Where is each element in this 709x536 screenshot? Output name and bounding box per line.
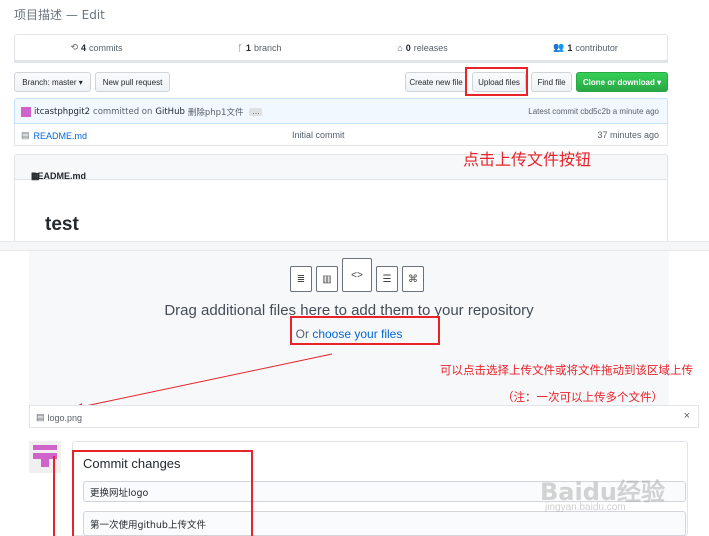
people-icon: 👥 xyxy=(553,42,565,52)
repo-description[interactable]: 项目描述 — Edit xyxy=(14,6,105,23)
file-icon: ▤ xyxy=(36,412,45,422)
commit-info: itcastphpgit2 committed on GitHub 删除php1… xyxy=(21,106,263,118)
branch-icon: ᚴ xyxy=(237,42,243,53)
remove-file-button[interactable]: × xyxy=(684,410,690,422)
screenshot-divider xyxy=(0,241,709,251)
pdf-file-icon: ⌘ xyxy=(402,266,424,292)
commit-platform: GitHub xyxy=(155,107,185,117)
clone-or-download-button[interactable]: Clone or download ▾ xyxy=(576,72,668,92)
commit-author[interactable]: itcastphpgit2 xyxy=(34,107,90,117)
text-file-icon: ☰ xyxy=(376,266,398,292)
identicon-icon xyxy=(33,445,57,467)
contributors-link[interactable]: 👥 1 contributor xyxy=(504,35,667,60)
create-new-file-button[interactable]: Create new file xyxy=(405,72,467,92)
commit-highlight-box xyxy=(72,450,253,536)
file-commit-message[interactable]: Initial commit xyxy=(292,130,345,140)
readme-title: test xyxy=(45,214,79,235)
commit-highlight-line xyxy=(53,456,55,536)
chart-file-icon: ▥ xyxy=(316,266,338,292)
table-row: ▤ README.md Initial commit 37 minutes ag… xyxy=(14,124,668,146)
upload-annotation: 点击上传文件按钮 xyxy=(463,150,592,169)
file-type-icons: ≣ ▥ <> ☰ ⌘ xyxy=(290,258,424,292)
find-file-button[interactable]: Find file xyxy=(531,72,572,92)
commits-link[interactable]: ⟲ 4 commits xyxy=(15,35,178,60)
language-bar xyxy=(14,60,668,63)
watermark-url: jingyan.baidu.com xyxy=(545,502,626,513)
uploaded-file-name: ▤ logo.png xyxy=(36,412,83,423)
tag-icon: ⌂ xyxy=(397,42,403,53)
latest-commit-bar: itcastphpgit2 committed on GitHub 删除php1… xyxy=(14,98,668,124)
code-file-icon: <> xyxy=(342,258,372,292)
choose-highlight-box xyxy=(290,316,440,345)
readme-body xyxy=(14,179,668,241)
uploaded-file-row: ▤ logo.png × xyxy=(29,405,699,428)
expand-commit-button[interactable]: … xyxy=(249,108,263,116)
zip-file-icon: ≣ xyxy=(290,266,312,292)
branch-select-button[interactable]: Branch: master ▾ xyxy=(14,72,91,92)
commit-message[interactable]: 删除php1文件 xyxy=(188,106,244,118)
avatar[interactable] xyxy=(29,441,61,473)
multi-upload-annotation: （注：一次可以上传多个文件） xyxy=(502,390,663,404)
avatar[interactable] xyxy=(21,107,31,117)
file-age: 37 minutes ago xyxy=(597,130,659,140)
history-icon: ⟲ xyxy=(70,42,79,52)
branches-link[interactable]: ᚴ 1 branch xyxy=(178,35,341,60)
drag-annotation: 可以点击选择上传文件或将文件拖动到该区域上传 xyxy=(440,363,693,377)
repo-summary-bar: ⟲ 4 commits ᚴ 1 branch ⌂ 0 releases 👥 1 … xyxy=(14,34,668,61)
upload-highlight-box xyxy=(465,67,528,96)
latest-commit-info[interactable]: Latest commit cbd5c2b a minute ago xyxy=(528,107,659,116)
file-name[interactable]: ▤ README.md xyxy=(21,130,87,141)
releases-link[interactable]: ⌂ 0 releases xyxy=(341,35,504,60)
new-pull-request-button[interactable]: New pull request xyxy=(95,72,170,92)
file-icon: ▤ xyxy=(21,130,30,140)
